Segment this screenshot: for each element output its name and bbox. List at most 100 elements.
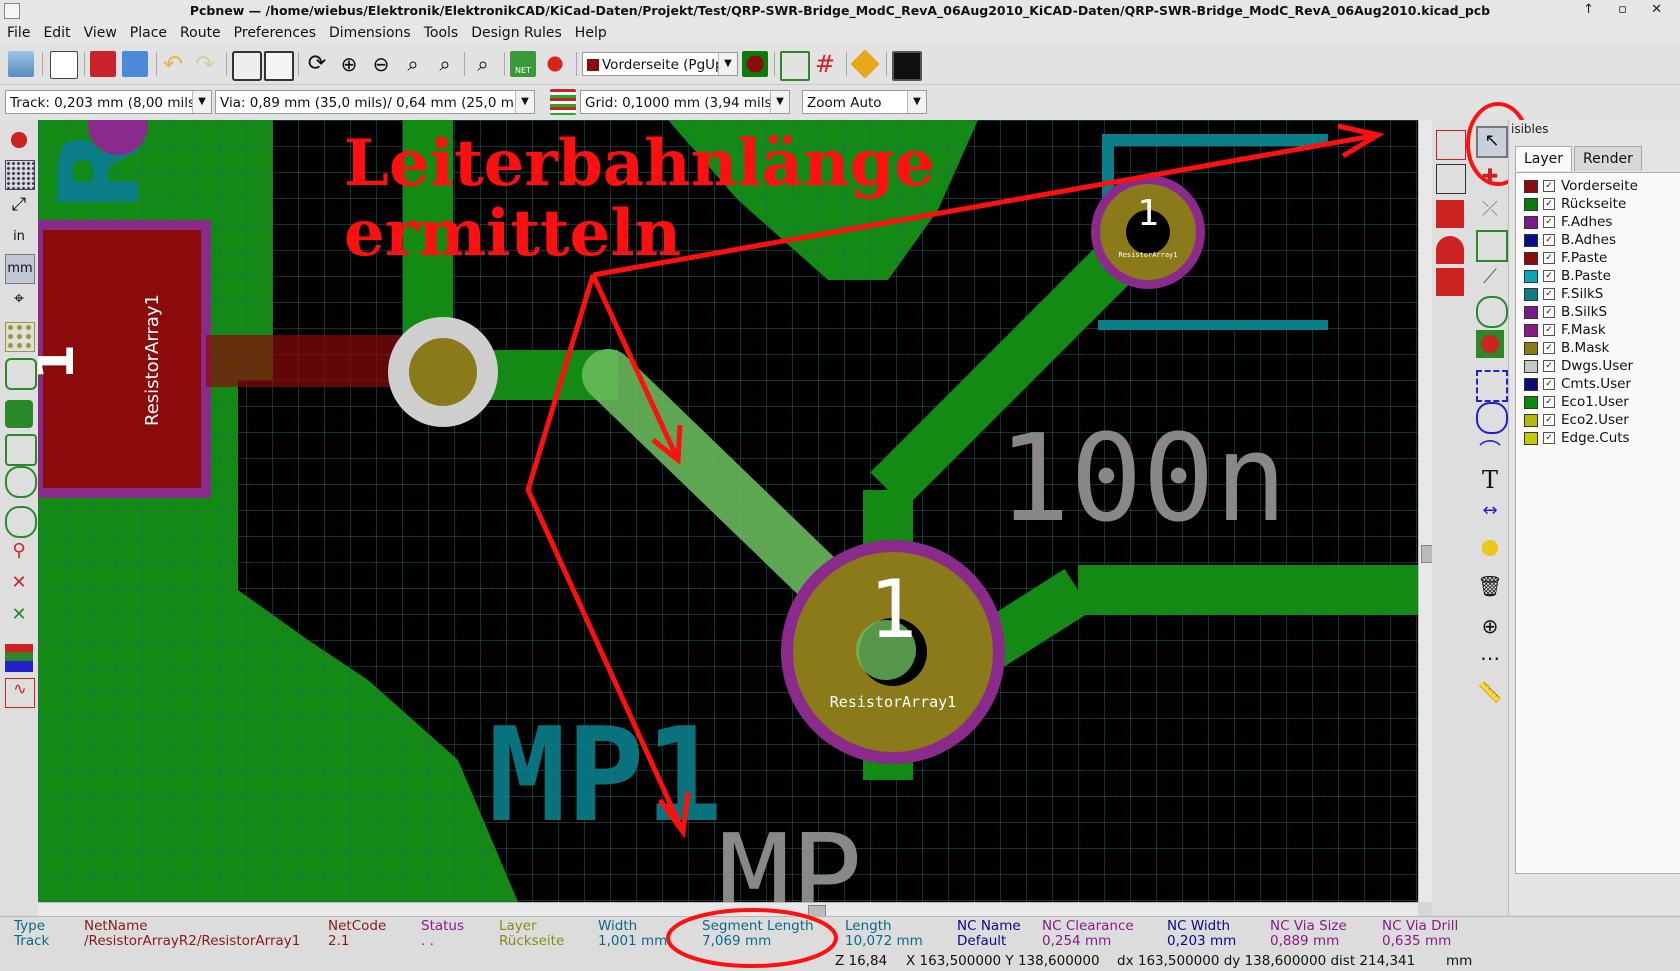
layer-checkbox[interactable]: ✓ xyxy=(1543,396,1555,408)
layer-checkbox[interactable]: ✓ xyxy=(1543,306,1555,318)
layer-swatch[interactable] xyxy=(1524,413,1538,427)
layer-row[interactable]: ✓ B.Adhes xyxy=(1524,232,1616,249)
delete-icon[interactable]: 🗑 xyxy=(1476,574,1504,602)
layer-row[interactable]: ✓ B.SilkS xyxy=(1524,304,1607,321)
layer-checkbox[interactable]: ✓ xyxy=(1543,216,1555,228)
zone-fill-icon[interactable] xyxy=(5,400,33,428)
add-keepout-icon[interactable] xyxy=(1476,330,1504,358)
set-origin-icon[interactable]: ⊕ xyxy=(1476,614,1504,642)
zone-outline-icon[interactable] xyxy=(5,434,37,466)
layer-row[interactable]: ✓ F.Adhes xyxy=(1524,214,1612,231)
window-buttons[interactable]: ↑ ▫ ✕ xyxy=(1583,2,1672,17)
layer-swatch[interactable] xyxy=(1524,287,1538,301)
drc-off-icon[interactable] xyxy=(5,126,33,154)
vertical-scrollbar[interactable] xyxy=(1418,120,1433,902)
cursor-shape-icon[interactable]: ⌖ xyxy=(5,288,33,316)
via-size-select[interactable]: Via: 0,89 mm (35,0 mils)/ 0,64 mm (25,0 … xyxy=(215,90,535,114)
layer-row[interactable]: ✓ Vorderseite xyxy=(1524,178,1638,195)
add-target-icon[interactable] xyxy=(1476,534,1504,562)
add-circle-icon[interactable] xyxy=(1476,402,1508,434)
track-width-select[interactable]: Track: 0,203 mm (8,00 mils) * ▼ xyxy=(5,90,212,114)
layer-row[interactable]: ✓ Edge.Cuts xyxy=(1524,430,1630,447)
module-editor-icon[interactable] xyxy=(90,51,116,77)
add-footprint-icon[interactable] xyxy=(1476,230,1508,262)
layer-row[interactable]: ✓ F.Paste xyxy=(1524,250,1607,267)
add-text-icon[interactable]: T xyxy=(1476,466,1504,494)
unit-mm-button[interactable]: mm xyxy=(5,254,35,284)
plot-icon[interactable] xyxy=(264,51,294,81)
layer-pair-icon[interactable] xyxy=(742,51,768,77)
zoom-in-icon[interactable]: ⊕ xyxy=(336,51,362,77)
grid-select[interactable]: Grid: 0,1000 mm (3,94 mils) ▼ xyxy=(580,90,790,114)
grid-toggle-icon[interactable] xyxy=(5,160,35,190)
via-sketch-icon[interactable]: ⚲ xyxy=(5,540,33,568)
zoom-select[interactable]: Zoom Auto ▼ xyxy=(802,90,927,114)
layer-select[interactable]: Vorderseite (PgUp) ▼ xyxy=(582,52,738,76)
add-arc-icon[interactable]: ⌒ xyxy=(1476,434,1504,465)
tab-layer[interactable]: Layer xyxy=(1515,146,1573,171)
track-mode-icon[interactable] xyxy=(1436,200,1464,228)
add-via-icon[interactable] xyxy=(1476,296,1508,328)
layer-swatch[interactable] xyxy=(1524,395,1538,409)
layer-row[interactable]: ✓ B.Mask xyxy=(1524,340,1609,357)
layers-manager-icon[interactable] xyxy=(5,644,33,672)
local-ratsnest-2-icon[interactable] xyxy=(1436,268,1464,296)
menu-tools[interactable]: Tools xyxy=(417,22,465,41)
layer-checkbox[interactable]: ✓ xyxy=(1543,180,1555,192)
net-highlight-icon[interactable] xyxy=(1436,236,1464,264)
measure-tool-icon[interactable]: 📏 xyxy=(1476,680,1504,708)
autoplace-icon[interactable] xyxy=(780,51,810,81)
add-zone-icon[interactable] xyxy=(1476,370,1508,402)
page-settings-icon[interactable] xyxy=(50,51,78,79)
layer-checkbox[interactable]: ✓ xyxy=(1543,270,1555,282)
auto-track-width-icon[interactable] xyxy=(550,89,576,115)
pcb-canvas[interactable]: ResistorArray1 1 R 1 ResistorArray1 1 Re… xyxy=(38,120,1418,902)
layer-swatch[interactable] xyxy=(1524,233,1538,247)
unit-inch-button[interactable]: in xyxy=(5,226,33,254)
drc-bug-icon[interactable] xyxy=(542,51,568,77)
layer-checkbox[interactable]: ✓ xyxy=(1543,324,1555,336)
layer-swatch[interactable] xyxy=(1524,323,1538,337)
tab-render[interactable]: Render xyxy=(1574,146,1642,171)
pad-sketch-icon[interactable] xyxy=(5,506,37,538)
layer-checkbox[interactable]: ✓ xyxy=(1543,360,1555,372)
menu-design-rules[interactable]: Design Rules xyxy=(464,22,568,41)
menu-preferences[interactable]: Preferences xyxy=(227,22,322,41)
update-pcb-icon[interactable] xyxy=(850,49,880,79)
layer-swatch[interactable] xyxy=(1524,341,1538,355)
layer-row[interactable]: ✓ Rückseite xyxy=(1524,196,1626,213)
ratsnest-icon[interactable] xyxy=(5,322,35,352)
layer-swatch[interactable] xyxy=(1524,179,1538,193)
ratsnest-tool-icon[interactable]: ⤫ xyxy=(1476,196,1504,224)
save-icon[interactable] xyxy=(8,51,34,77)
autoroute-icon[interactable]: # xyxy=(812,51,838,77)
layer-row[interactable]: ✓ B.Paste xyxy=(1524,268,1611,285)
redraw-icon[interactable]: ⟳ xyxy=(304,51,330,77)
layer-row[interactable]: ✓ Dwgs.User xyxy=(1524,358,1633,375)
layer-checkbox[interactable]: ✓ xyxy=(1543,252,1555,264)
layer-row[interactable]: ✓ F.Mask xyxy=(1524,322,1606,339)
menu-help[interactable]: Help xyxy=(568,22,613,41)
add-dimension-icon[interactable]: ↔ xyxy=(1476,500,1504,528)
polar-coords-icon[interactable]: ⤢ xyxy=(5,194,33,222)
zone-sketch-icon[interactable] xyxy=(5,466,37,498)
route-track-icon[interactable]: ⟋ xyxy=(1476,264,1504,292)
zoom-out-icon[interactable]: ⊖ xyxy=(368,51,394,77)
microwave-toolbar-icon[interactable]: ∿ xyxy=(5,678,35,708)
layer-checkbox[interactable]: ✓ xyxy=(1543,288,1555,300)
library-browser-icon[interactable] xyxy=(122,51,148,77)
layer-swatch[interactable] xyxy=(1524,215,1538,229)
layer-row[interactable]: ✓ Cmts.User xyxy=(1524,376,1631,393)
layer-checkbox[interactable]: ✓ xyxy=(1543,378,1555,390)
set-grid-origin-icon[interactable]: ⋯ xyxy=(1476,646,1504,674)
layer-swatch[interactable] xyxy=(1524,431,1538,445)
netlist-icon[interactable]: NET xyxy=(510,51,536,77)
layer-row[interactable]: ✓ Eco1.User xyxy=(1524,394,1629,411)
track-sketch-icon[interactable]: ✕ xyxy=(5,572,33,600)
menu-route[interactable]: Route xyxy=(173,22,227,41)
menu-place[interactable]: Place xyxy=(123,22,173,41)
scripting-console-icon[interactable] xyxy=(892,51,922,81)
module-ratsnest-icon[interactable] xyxy=(5,358,37,390)
layer-swatch[interactable] xyxy=(1524,305,1538,319)
layer-swatch[interactable] xyxy=(1524,377,1538,391)
